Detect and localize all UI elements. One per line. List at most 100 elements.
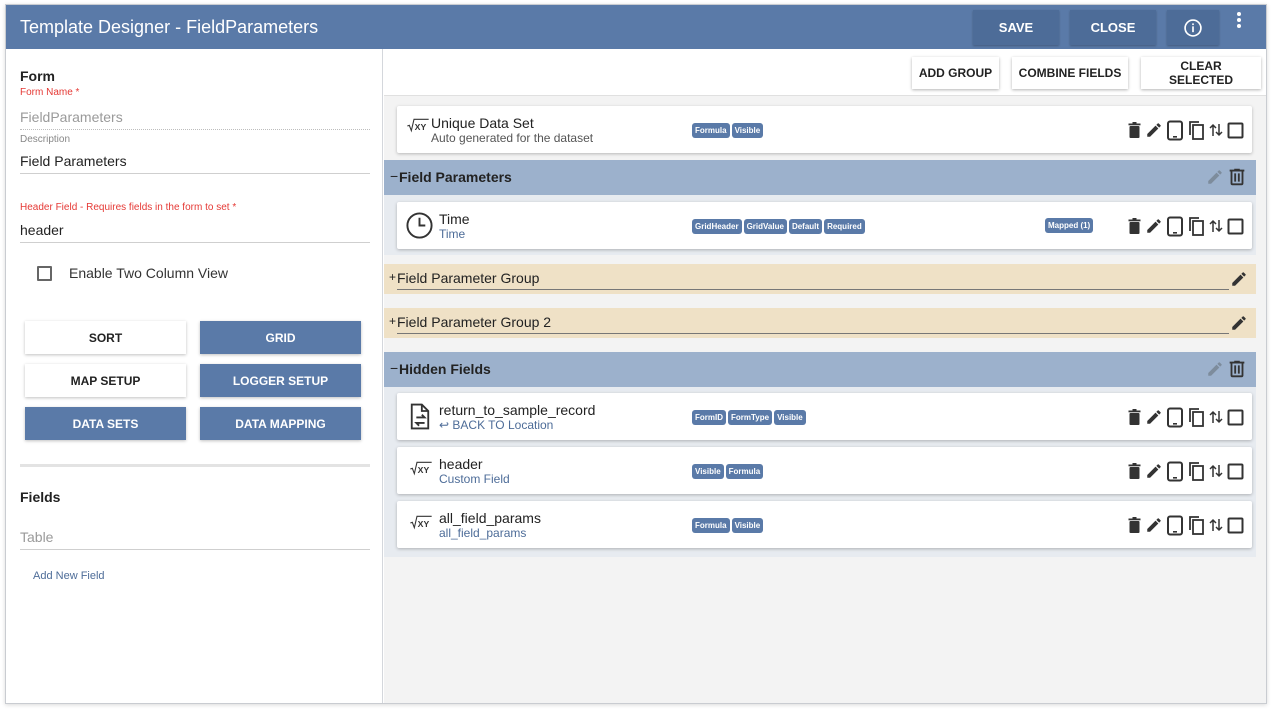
tablet-icon[interactable] — [1166, 461, 1184, 482]
swap-vert-icon[interactable] — [1208, 463, 1224, 479]
header-field-underline — [20, 242, 370, 243]
expand-toggle[interactable]: + — [389, 270, 396, 284]
edit-pencil-icon[interactable] — [1145, 217, 1163, 235]
copy-icon[interactable] — [1187, 407, 1205, 427]
swap-vert-icon[interactable] — [1208, 218, 1224, 234]
combine-fields-button[interactable]: COMBINE FIELDS — [1012, 57, 1128, 89]
delete-icon[interactable] — [1127, 408, 1142, 426]
page-title: Template Designer - FieldParameters — [20, 17, 319, 37]
select-checkbox-icon[interactable] — [1227, 463, 1244, 480]
delete-icon[interactable] — [1127, 516, 1142, 534]
description-label: Description — [20, 134, 71, 145]
data-sets-button[interactable]: DATA SETS — [25, 407, 186, 440]
edit-pencil-icon[interactable] — [1145, 516, 1163, 534]
two-column-label: Enable Two Column View — [69, 265, 229, 281]
edit-pencil-icon[interactable] — [1230, 270, 1248, 288]
field-card-unique-data-set[interactable]: XY Unique Data Set Auto generated for th… — [397, 106, 1252, 153]
subgroup-title: Field Parameter Group — [397, 270, 540, 286]
delete-icon[interactable] — [1127, 121, 1142, 139]
add-group-button[interactable]: ADD GROUP — [912, 57, 999, 89]
svg-text:XY: XY — [415, 122, 427, 132]
badge-formula: Formula — [692, 123, 730, 138]
mapped-badge[interactable]: Mapped (1) — [1045, 218, 1094, 233]
badge-formid: FormID — [692, 410, 726, 425]
clear-selected-button[interactable]: CLEAR SELECTED — [1141, 57, 1261, 89]
select-checkbox-icon[interactable] — [1227, 122, 1244, 139]
sort-button[interactable]: SORT — [25, 321, 186, 354]
edit-pencil-icon[interactable] — [1206, 360, 1224, 378]
formula-sqrt-icon: XY — [410, 515, 432, 530]
logger-setup-button[interactable]: LOGGER SETUP — [200, 364, 361, 397]
edit-pencil-icon[interactable] — [1145, 408, 1163, 426]
tablet-icon[interactable] — [1166, 515, 1184, 536]
swap-vert-icon[interactable] — [1208, 122, 1224, 138]
expand-toggle[interactable]: + — [389, 314, 396, 328]
description-field[interactable]: Field Parameters — [20, 153, 127, 169]
delete-group-icon[interactable] — [1226, 166, 1248, 188]
select-checkbox-icon[interactable] — [1227, 517, 1244, 534]
subgroup-field-parameter-group[interactable]: + Field Parameter Group — [384, 264, 1256, 294]
field-actions — [1127, 119, 1244, 141]
save-button[interactable]: SAVE — [973, 10, 1059, 45]
delete-group-icon[interactable] — [1226, 358, 1248, 380]
field-name: Time — [439, 211, 470, 227]
copy-icon[interactable] — [1187, 461, 1205, 481]
field-sub: ↩ BACK TO Location — [439, 418, 554, 432]
field-card-header[interactable]: XY header Custom Field Visible Formula — [397, 447, 1252, 494]
field-card-time[interactable]: Time Time GridHeader GridValue Default R… — [397, 202, 1252, 249]
grid-button[interactable]: GRID — [200, 321, 361, 354]
add-new-field-link[interactable]: Add New Field — [33, 570, 105, 582]
subgroup-field-parameter-group-2[interactable]: + Field Parameter Group 2 — [384, 308, 1256, 338]
badge-list: Visible Formula — [692, 464, 764, 479]
swap-vert-icon[interactable] — [1208, 409, 1224, 425]
data-mapping-button[interactable]: DATA MAPPING — [200, 407, 361, 440]
select-checkbox-icon[interactable] — [1227, 409, 1244, 426]
copy-icon[interactable] — [1187, 216, 1205, 236]
subgroup-title: Field Parameter Group 2 — [397, 314, 552, 330]
form-section-title: Form — [20, 68, 55, 84]
delete-icon[interactable] — [1127, 217, 1142, 235]
field-actions — [1127, 460, 1244, 482]
delete-icon[interactable] — [1127, 462, 1142, 480]
fields-canvas: XY Unique Data Set Auto generated for th… — [384, 96, 1266, 703]
field-card-all-field-params[interactable]: XY all_field_params all_field_params For… — [397, 501, 1252, 548]
badge-list: Formula Visible — [692, 123, 764, 138]
map-setup-button[interactable]: MAP SETUP — [25, 364, 186, 397]
fields-search-underline — [20, 549, 370, 550]
form-settings-panel: Form Form Name * FieldParameters Descrip… — [6, 49, 383, 703]
header-field-input[interactable]: header — [20, 222, 64, 238]
copy-icon[interactable] — [1187, 515, 1205, 535]
field-card-return-to-sample-record[interactable]: return_to_sample_record ↩ BACK TO Locati… — [397, 393, 1252, 440]
tablet-icon[interactable] — [1166, 216, 1184, 237]
edit-pencil-icon[interactable] — [1206, 168, 1224, 186]
svg-text:XY: XY — [418, 465, 430, 475]
edit-pencil-icon[interactable] — [1145, 462, 1163, 480]
copy-icon[interactable] — [1187, 120, 1205, 140]
group-header-field-parameters[interactable]: − Field Parameters — [384, 160, 1256, 195]
group-title: Hidden Fields — [399, 361, 491, 377]
field-name: return_to_sample_record — [439, 402, 596, 418]
info-icon — [1184, 18, 1202, 37]
formula-sqrt-icon: XY — [410, 461, 432, 476]
fields-search-input[interactable]: Table — [20, 529, 53, 545]
collapse-toggle[interactable]: − — [390, 168, 398, 184]
form-name-field[interactable]: FieldParameters — [20, 109, 123, 125]
group-header-hidden-fields[interactable]: − Hidden Fields — [384, 352, 1256, 387]
select-checkbox-icon[interactable] — [1227, 218, 1244, 235]
tablet-icon[interactable] — [1166, 407, 1184, 428]
badge-visible: Visible — [731, 518, 764, 533]
field-actions — [1127, 514, 1244, 536]
info-button[interactable] — [1167, 10, 1219, 45]
subgroup-underline — [397, 289, 1229, 290]
fields-section-title: Fields — [20, 489, 61, 505]
two-column-checkbox[interactable] — [37, 266, 52, 281]
swap-vert-icon[interactable] — [1208, 517, 1224, 533]
badge-list: GridHeader GridValue Default Required — [692, 219, 865, 234]
more-vert-icon[interactable] — [1231, 11, 1247, 33]
edit-pencil-icon[interactable] — [1145, 121, 1163, 139]
tablet-icon[interactable] — [1166, 120, 1184, 141]
close-button[interactable]: CLOSE — [1070, 10, 1156, 45]
field-sub: all_field_params — [439, 526, 527, 540]
collapse-toggle[interactable]: − — [390, 360, 398, 376]
edit-pencil-icon[interactable] — [1230, 314, 1248, 332]
